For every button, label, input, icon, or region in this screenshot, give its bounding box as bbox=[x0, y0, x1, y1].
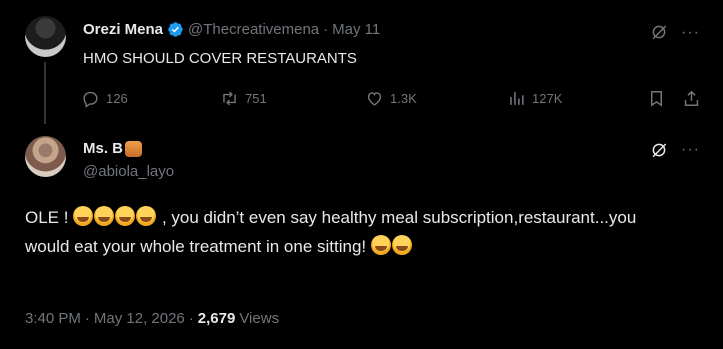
reply-icon bbox=[83, 91, 98, 108]
like-count: 1.3K bbox=[390, 91, 417, 106]
avatar-ms-b[interactable] bbox=[25, 136, 66, 177]
separator-dot: · bbox=[323, 21, 329, 38]
reply-count: 126 bbox=[106, 91, 128, 106]
separator-dot: · bbox=[188, 310, 194, 327]
tweet-date[interactable]: May 11 bbox=[332, 21, 380, 38]
emoji-badge-icon bbox=[125, 140, 143, 157]
more-options-icon[interactable]: ··· bbox=[681, 24, 700, 42]
retweet-icon bbox=[223, 91, 236, 106]
display-name[interactable]: Ms. B bbox=[83, 140, 123, 157]
reply-display-name-row: Ms. B bbox=[83, 140, 143, 157]
reply-tweet-text: OLE ! , you didn’t even say healthy meal… bbox=[25, 203, 665, 261]
avatar-orezi-mena[interactable] bbox=[25, 16, 66, 57]
tweet-time[interactable]: 3:40 PM bbox=[25, 310, 81, 327]
tears-of-joy-emoji-icon bbox=[370, 235, 391, 255]
grok-icon[interactable] bbox=[650, 23, 668, 41]
views-button[interactable]: 127K bbox=[507, 89, 562, 108]
parent-tweet-header: Orezi Mena @Thecreativemena · May 11 bbox=[83, 21, 380, 38]
share-icon bbox=[684, 90, 699, 106]
thread-connector-line bbox=[44, 62, 46, 124]
tears-of-joy-emoji-icon bbox=[391, 235, 412, 255]
bookmark-icon bbox=[650, 91, 663, 107]
handle[interactable]: @Thecreativemena bbox=[188, 21, 319, 38]
retweet-count: 751 bbox=[245, 91, 267, 106]
grok-icon[interactable] bbox=[650, 141, 668, 159]
reply-button[interactable]: 126 bbox=[81, 89, 128, 108]
views-label: Views bbox=[239, 310, 280, 327]
separator-dot: · bbox=[84, 310, 90, 327]
views-count: 2,679 bbox=[197, 310, 236, 327]
tears-of-joy-emoji-icon bbox=[115, 206, 136, 226]
retweet-button[interactable]: 751 bbox=[220, 89, 267, 108]
parent-tweet-text: HMO SHOULD COVER RESTAURANTS bbox=[83, 50, 357, 67]
tweet-meta: 3:40 PM · May 12, 2026 · 2,679 Views bbox=[25, 310, 279, 327]
share-button[interactable] bbox=[682, 89, 701, 108]
heart-icon bbox=[367, 92, 382, 106]
handle[interactable]: @abiola_layo bbox=[83, 163, 174, 180]
views-icon bbox=[510, 92, 524, 105]
more-options-icon[interactable]: ··· bbox=[681, 141, 700, 159]
parent-tweet-actions: 126 751 1.3K 127K bbox=[81, 89, 703, 109]
verified-badge-icon bbox=[168, 22, 183, 37]
views-count: 127K bbox=[532, 91, 563, 106]
tears-of-joy-emoji-icon bbox=[94, 206, 115, 226]
bookmark-button[interactable] bbox=[647, 89, 666, 108]
tweet-date[interactable]: May 12, 2026 bbox=[94, 310, 185, 327]
tears-of-joy-emoji-icon bbox=[73, 206, 94, 226]
like-button[interactable]: 1.3K bbox=[365, 89, 417, 108]
reply-text-start: OLE ! bbox=[25, 208, 69, 227]
display-name[interactable]: Orezi Mena bbox=[83, 21, 163, 38]
tears-of-joy-emoji-icon bbox=[136, 206, 157, 226]
